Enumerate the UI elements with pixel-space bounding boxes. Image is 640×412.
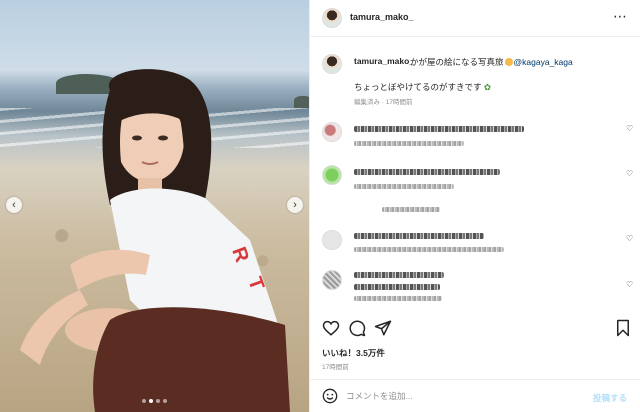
- mention-link[interactable]: @kagaya_kaga: [514, 57, 573, 67]
- caption-text: かが屋の絵になる写真旅 @kagaya_kaga: [410, 56, 573, 68]
- carousel-indicator: [0, 399, 309, 403]
- comment-text-blurred: [354, 284, 440, 290]
- comment-like-icon[interactable]: ♡: [626, 169, 633, 178]
- avatar[interactable]: [322, 54, 342, 74]
- caption-line2-text: ちょっとぼやけてるのがすきです: [354, 82, 482, 92]
- comment-meta-blurred: [354, 184, 454, 189]
- comment-input-bar: 投稿する: [310, 379, 640, 412]
- comment-like-icon[interactable]: ♡: [626, 234, 633, 243]
- comment-input[interactable]: [346, 387, 576, 405]
- comment-like-icon[interactable]: ♡: [626, 124, 633, 133]
- post-comment-button[interactable]: 投稿する: [593, 392, 627, 404]
- caption-line2: ちょっとぼやけてるのがすきです ✿: [354, 81, 491, 93]
- comment-text-blurred: [354, 169, 500, 175]
- comment-text-blurred: [354, 272, 444, 278]
- caption-meta: 編集済み · 17時間前: [354, 99, 413, 106]
- comment-replies-blurred[interactable]: [382, 207, 440, 212]
- carousel-dot: [156, 399, 160, 403]
- comment-meta-blurred: [354, 296, 442, 301]
- caption-username[interactable]: tamura_mako_: [354, 56, 414, 66]
- sun-emoji-icon: [504, 58, 513, 66]
- comment-meta-blurred: [354, 247, 504, 252]
- leaf-emoji-icon: ✿: [483, 82, 492, 92]
- comment-text-blurred: [354, 233, 484, 239]
- comment-meta-blurred: [354, 141, 464, 146]
- header-username[interactable]: tamura_mako_: [350, 12, 414, 22]
- avatar[interactable]: [322, 230, 342, 250]
- carousel-next-button[interactable]: ›: [287, 197, 303, 213]
- comment-like-icon[interactable]: ♡: [626, 280, 633, 289]
- avatar[interactable]: [322, 8, 342, 28]
- heart-icon[interactable]: [322, 319, 340, 337]
- paper-plane-icon[interactable]: [374, 319, 392, 337]
- post-side-panel: tamura_mako_ ⋯ tamura_mako_ かが屋の絵になる写真旅 @…: [309, 0, 640, 412]
- ellipsis-icon[interactable]: ⋯: [613, 8, 628, 25]
- caption-text-main: かが屋の絵になる写真旅: [410, 57, 504, 67]
- comment-icon[interactable]: [348, 319, 366, 337]
- carousel-dot: [142, 399, 146, 403]
- avatar[interactable]: [322, 165, 342, 185]
- smiley-icon[interactable]: [322, 388, 338, 404]
- person-figure: R T: [20, 69, 290, 412]
- likes-count[interactable]: いいね！3.5万件: [322, 347, 385, 359]
- avatar[interactable]: [322, 270, 342, 290]
- post-time[interactable]: 17時間前: [322, 361, 349, 371]
- post-photo: R T ‹ ›: [0, 0, 309, 412]
- post-header: tamura_mako_ ⋯: [310, 0, 640, 37]
- bookmark-icon[interactable]: [614, 319, 632, 337]
- carousel-dot: [163, 399, 167, 403]
- avatar[interactable]: [322, 122, 342, 142]
- comment-text-blurred: [354, 126, 524, 132]
- post-actions: [310, 316, 640, 340]
- carousel-prev-button[interactable]: ‹: [6, 197, 22, 213]
- carousel-dot-active: [149, 399, 153, 403]
